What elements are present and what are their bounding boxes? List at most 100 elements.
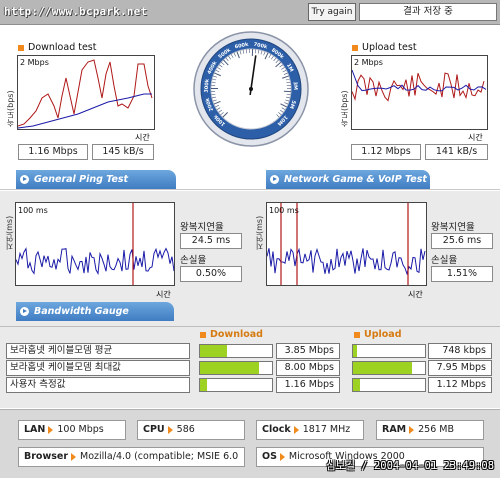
- game-loss-value: 1.51%: [431, 266, 493, 282]
- general-ping-header-label: General Ping Test: [34, 174, 129, 185]
- game-ping-trace-blue: [266, 247, 426, 276]
- upload-value: 7.95 Mbps: [428, 360, 492, 376]
- general-ping-x-axis-label: 시간: [156, 290, 171, 299]
- cpu-info: CPU 586: [137, 420, 245, 440]
- upload-test-title: Upload test: [352, 42, 417, 53]
- orange-square-icon: [200, 331, 206, 338]
- try-again-button[interactable]: Try again: [308, 3, 356, 21]
- general-ping-traces: [15, 203, 175, 285]
- cpu-value: 586: [176, 424, 195, 435]
- download-test-title: Download test: [18, 42, 97, 53]
- upload-bar: [352, 344, 426, 358]
- general-ping-y-max-label: 100 ms: [18, 206, 48, 215]
- download-value: 8.00 Mbps: [276, 360, 340, 376]
- arrow-right-icon: [167, 425, 173, 434]
- speedometer-gauge: 100k 200k 300k 400k 500k 600k 700k 800k 1M 3M 5M 10…: [192, 30, 310, 148]
- orange-square-icon: [18, 44, 24, 51]
- download-y-max-label: 2 Mbps: [20, 58, 49, 67]
- download-x-axis-label: 시간: [135, 133, 150, 142]
- upload-bar: [352, 378, 426, 392]
- general-ping-y-axis-label: 지연(ms): [5, 215, 14, 250]
- upload-bar: [352, 361, 426, 375]
- speedometer-dial: 100k200k300k400k500k600k 700k800k1M3M5M10…: [193, 31, 309, 147]
- play-bullet-icon: [270, 175, 279, 184]
- upload-bar-fill: [353, 379, 361, 391]
- browser-info: Browser Mozilla/4.0 (compatible; MSIE 6.0: [18, 447, 245, 467]
- general-rtt-label: 왕복지연율: [180, 222, 224, 233]
- download-bar-fill: [200, 345, 228, 357]
- bandwidth-upload-head-label: Upload: [364, 329, 402, 340]
- download-value: 1.16 Mbps: [276, 377, 340, 393]
- upload-bar-fill: [353, 362, 413, 374]
- download-bar-fill: [200, 362, 260, 374]
- lan-value: 100 Mbps: [57, 424, 104, 435]
- save-result-status: 결과 저장 중: [359, 3, 497, 21]
- game-rtt-value: 25.6 ms: [431, 233, 493, 249]
- bandwidth-download-head: Download: [200, 329, 263, 340]
- bandwidth-upload-head: Upload: [354, 329, 402, 340]
- download-test-title-label: Download test: [28, 42, 97, 53]
- download-speed-kbs: 145 kB/s: [92, 144, 154, 160]
- arrow-right-icon: [293, 425, 299, 434]
- general-loss-value: 0.50%: [180, 266, 242, 282]
- general-ping-trace-blue: [15, 247, 175, 276]
- bandwidth-gauge-header: Bandwidth Gauge: [16, 302, 174, 321]
- upload-speed-mbps: 1.12 Mbps: [351, 144, 421, 160]
- upload-speed-kbs: 141 kB/s: [425, 144, 488, 160]
- game-rtt-label: 왕복지연율: [431, 222, 475, 233]
- clock-info: Clock 1817 MHz: [256, 420, 364, 440]
- general-ping-header: General Ping Test: [16, 170, 176, 189]
- bandwidth-row-label: 보라홈넷 케이블모뎀 평균: [6, 343, 190, 359]
- browser-value: Mozilla/4.0 (compatible; MSIE 6.0: [80, 451, 239, 462]
- gauge-hub: [249, 87, 253, 91]
- ram-key: RAM: [382, 424, 407, 435]
- upload-test-title-label: Upload test: [362, 42, 417, 53]
- bandwidth-row-label: 사용자 측정값: [6, 377, 190, 393]
- arrow-right-icon: [71, 452, 77, 461]
- upload-value: 1.12 Mbps: [428, 377, 492, 393]
- lan-info: LAN 100 Mbps: [18, 420, 126, 440]
- bandwidth-gauge-header-label: Bandwidth Gauge: [34, 306, 129, 317]
- browser-key: Browser: [24, 451, 69, 462]
- lan-key: LAN: [24, 424, 46, 435]
- orange-square-icon: [352, 44, 358, 51]
- upload-x-axis-label: 시간: [468, 133, 483, 142]
- download-bar: [199, 378, 273, 392]
- arrow-right-icon: [409, 425, 415, 434]
- site-url[interactable]: http://www.bcpark.net: [4, 5, 147, 18]
- cpu-key: CPU: [143, 424, 165, 435]
- bandwidth-download-head-label: Download: [210, 329, 263, 340]
- gauge-tick-label: 3M: [292, 81, 299, 90]
- download-bar: [199, 344, 273, 358]
- upload-y-axis-label: 속도(bps): [340, 90, 349, 127]
- play-bullet-icon: [20, 175, 29, 184]
- os-key: OS: [262, 451, 277, 462]
- upload-value: 748 kbps: [428, 343, 492, 359]
- game-loss-label: 손실율: [431, 255, 458, 266]
- download-y-axis-label: 속도(bps): [6, 90, 15, 127]
- download-bar-fill: [200, 379, 208, 391]
- orange-square-icon: [354, 331, 360, 338]
- network-game-header: Network Game & VoIP Test: [266, 170, 430, 189]
- general-loss-label: 손실율: [180, 255, 207, 266]
- download-bar: [199, 361, 273, 375]
- bandwidth-row-label: 보라홈넷 케이블모뎀 최대값: [6, 360, 190, 376]
- gauge-tick-label: 300k: [204, 78, 211, 93]
- upload-y-max-label: 2 Mbps: [354, 58, 383, 67]
- clock-value: 1817 MHz: [302, 424, 351, 435]
- ram-value: 256 MB: [418, 424, 454, 435]
- upload-bar-fill: [353, 345, 358, 357]
- game-ping-y-axis-label: 지연(ms): [255, 215, 264, 250]
- download-value: 3.85 Mbps: [276, 343, 340, 359]
- network-game-header-label: Network Game & VoIP Test: [284, 174, 427, 185]
- download-trace-red: [17, 59, 153, 127]
- game-ping-y-max-label: 100 ms: [269, 206, 299, 215]
- signature-watermark: 심보길 / 2004-04-01 23:49:08: [326, 460, 495, 472]
- download-speed-mbps: 1.16 Mbps: [18, 144, 88, 160]
- game-ping-x-axis-label: 시간: [408, 290, 423, 299]
- clock-key: Clock: [262, 424, 291, 435]
- arrow-right-icon: [279, 452, 285, 461]
- game-ping-traces: [266, 203, 426, 285]
- arrow-right-icon: [48, 425, 54, 434]
- general-rtt-value: 24.5 ms: [180, 233, 242, 249]
